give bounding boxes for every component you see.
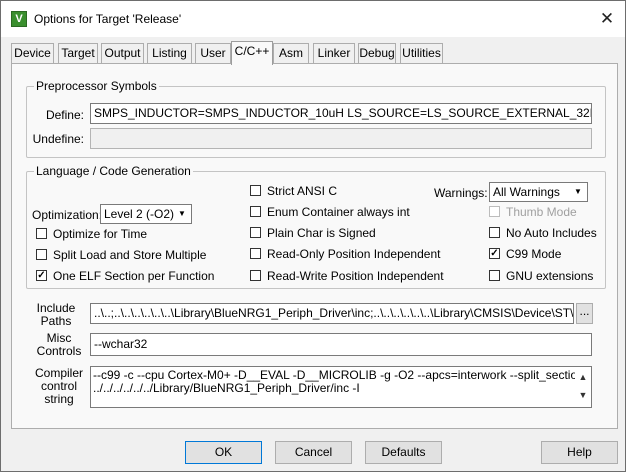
tab-c-cpp[interactable]: C/C++ <box>231 41 273 65</box>
checkbox-box <box>250 185 261 196</box>
undefine-label: Undefine: <box>32 132 84 146</box>
misc-controls-input[interactable]: --wchar32 <box>90 333 592 356</box>
window-title: Options for Target 'Release' <box>34 12 182 26</box>
tab-output[interactable]: Output <box>101 43 144 63</box>
readonly-position-independent-label: Read-Only Position Independent <box>267 247 441 261</box>
close-icon[interactable]: ✕ <box>595 7 619 31</box>
compiler-control-label-line3: string <box>44 392 74 406</box>
optimization-value: Level 2 (-O2) <box>104 207 175 221</box>
thumb-mode-label: Thumb Mode <box>506 205 577 219</box>
split-load-store-label: Split Load and Store Multiple <box>53 248 207 262</box>
compiler-control-line1: --c99 -c --cpu Cortex-M0+ -D__EVAL -D__M… <box>93 369 575 382</box>
optimization-label: Optimization: <box>32 208 103 222</box>
no-auto-includes-label: No Auto Includes <box>506 226 597 240</box>
checkbox-box <box>250 227 261 238</box>
keil-app-icon: V <box>11 11 27 27</box>
tab-listing[interactable]: Listing <box>147 43 192 63</box>
tab-device[interactable]: Device <box>11 43 54 63</box>
tab-debug[interactable]: Debug <box>358 43 396 63</box>
define-label: Define: <box>45 108 84 122</box>
readwrite-position-independent-label: Read-Write Position Independent <box>267 269 444 283</box>
warnings-select[interactable]: All Warnings ▼ <box>489 182 588 202</box>
compiler-control-string-box[interactable]: --c99 -c --cpu Cortex-M0+ -D__EVAL -D__M… <box>90 366 592 408</box>
tab-linker[interactable]: Linker <box>313 43 355 63</box>
check-icon: ✓ <box>489 248 500 259</box>
c99-mode-label: C99 Mode <box>506 247 562 261</box>
one-elf-section-label: One ELF Section per Function <box>53 269 215 283</box>
checkbox-box <box>250 248 261 259</box>
preprocessor-symbols-legend: Preprocessor Symbols <box>36 79 157 93</box>
misc-controls-label-line2: Controls <box>36 344 82 358</box>
checkbox-box <box>36 249 47 260</box>
cancel-button[interactable]: Cancel <box>275 441 352 464</box>
chevron-down-icon: ▼ <box>178 209 186 218</box>
warnings-value: All Warnings <box>493 185 560 199</box>
include-paths-label-line2: Paths <box>40 314 72 328</box>
scroll-up-icon[interactable]: ▲ <box>576 368 590 386</box>
help-button[interactable]: Help <box>541 441 618 464</box>
options-dialog: V Options for Target 'Release' ✕ Device … <box>0 0 626 472</box>
chevron-down-icon: ▼ <box>574 187 582 196</box>
checkbox-box <box>489 227 500 238</box>
language-codegen-legend: Language / Code Generation <box>36 164 191 178</box>
tab-user[interactable]: User <box>195 43 231 63</box>
title-bar: V Options for Target 'Release' ✕ <box>1 1 625 37</box>
enum-container-label: Enum Container always int <box>267 205 410 219</box>
vertical-scrollbar[interactable]: ▲ ▼ <box>576 368 590 406</box>
define-input[interactable]: SMPS_INDUCTOR=SMPS_INDUCTOR_10uH LS_SOUR… <box>90 103 592 124</box>
compiler-control-string-label: Compiler control string <box>30 367 88 406</box>
checkbox-box <box>489 270 500 281</box>
ok-button[interactable]: OK <box>185 441 262 464</box>
checkbox-box <box>489 206 500 217</box>
strict-ansi-c-label: Strict ANSI C <box>267 184 338 198</box>
gnu-extensions-label: GNU extensions <box>506 269 594 283</box>
tab-utilities[interactable]: Utilities <box>400 43 443 63</box>
checkbox-box <box>36 228 47 239</box>
include-paths-browse-button[interactable]: ... <box>576 303 593 324</box>
warnings-label: Warnings: <box>434 186 488 200</box>
c-cpp-tab-panel: Preprocessor Symbols Define: SMPS_INDUCT… <box>11 63 618 429</box>
compiler-control-line2: ../../../../../../Library/BlueNRG1_Perip… <box>93 382 360 395</box>
tab-asm[interactable]: Asm <box>273 43 309 63</box>
check-icon: ✓ <box>36 270 47 281</box>
optimize-for-time-label: Optimize for Time <box>53 227 148 241</box>
defaults-button[interactable]: Defaults <box>365 441 442 464</box>
include-paths-input[interactable]: ..\..;..\..\..\..\..\..\Library\BlueNRG1… <box>90 303 574 324</box>
tab-target[interactable]: Target <box>58 43 98 63</box>
include-paths-label: Include Paths <box>34 302 78 328</box>
scroll-down-icon[interactable]: ▼ <box>576 386 590 404</box>
checkbox-box <box>250 206 261 217</box>
optimization-select[interactable]: Level 2 (-O2) ▼ <box>100 204 192 224</box>
undefine-input[interactable] <box>90 128 592 149</box>
plain-char-signed-label: Plain Char is Signed <box>267 226 376 240</box>
checkbox-box <box>250 270 261 281</box>
misc-controls-label: Misc Controls <box>34 332 84 358</box>
